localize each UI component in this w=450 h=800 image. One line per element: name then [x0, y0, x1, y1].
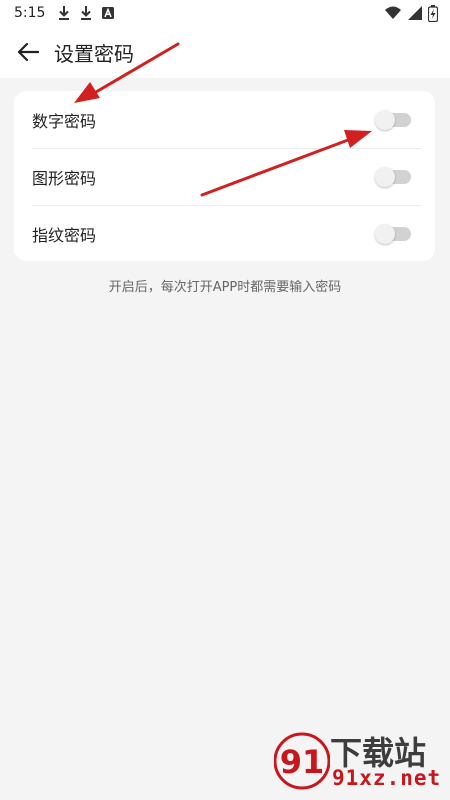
setting-row-fingerprint-password[interactable]: 指纹密码	[14, 205, 435, 262]
toggle-knob	[375, 109, 395, 130]
setting-row-number-password[interactable]: 数字密码	[14, 91, 435, 148]
setting-row-pattern-password[interactable]: 图形密码	[14, 148, 435, 205]
toggle-knob	[375, 166, 395, 187]
pattern-password-toggle[interactable]	[375, 166, 411, 187]
app-bar: 设置密码	[0, 26, 450, 78]
setting-label: 指纹密码	[32, 225, 97, 245]
toggle-knob	[375, 223, 395, 244]
setting-label: 数字密码	[32, 111, 97, 131]
download-icon	[59, 6, 70, 20]
status-time: 5:15	[14, 5, 46, 21]
fingerprint-password-toggle[interactable]	[375, 223, 411, 244]
svg-text:91: 91	[280, 743, 325, 781]
status-bar: 5:15	[0, 0, 450, 26]
watermark-url: 91xz.net	[332, 766, 442, 790]
hint-text: 开启后，每次打开APP时都需要输入密码	[108, 280, 342, 295]
back-button[interactable]	[8, 32, 48, 72]
download-icon	[81, 6, 92, 20]
password-settings-card: 数字密码 图形密码 指纹密码	[14, 91, 435, 261]
wifi-icon	[385, 6, 401, 19]
battery-charging-icon	[428, 4, 438, 22]
number-password-toggle[interactable]	[375, 109, 411, 130]
signal-icon	[408, 6, 422, 20]
arrow-left-icon	[17, 42, 39, 62]
page-title: 设置密码	[54, 41, 134, 66]
watermark: 91 下载站 91xz.net	[274, 726, 446, 796]
watermark-logo: 91	[274, 732, 330, 790]
text-a-icon	[102, 7, 115, 19]
setting-label: 图形密码	[32, 168, 97, 188]
